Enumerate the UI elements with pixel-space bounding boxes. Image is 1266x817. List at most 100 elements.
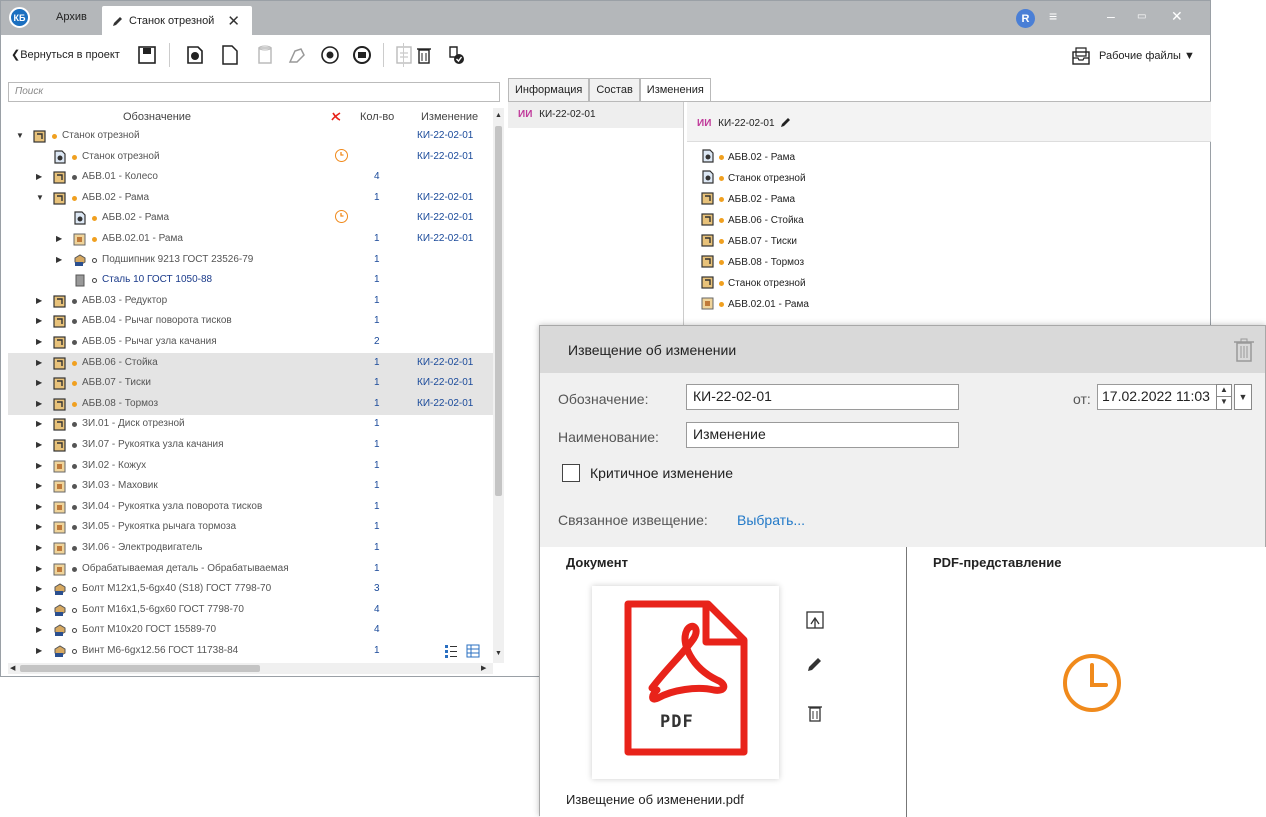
tab-stanok[interactable]: Станок отрезной ✕ — [102, 6, 252, 35]
replace-file-icon[interactable] — [804, 609, 826, 631]
horizontal-scrollbar[interactable]: ◀ ▶ — [8, 663, 493, 674]
tree-row[interactable]: ▶ АБВ.06 - Стойка 1 КИ-22-02-01 — [8, 352, 493, 374]
tree-row[interactable]: ▶ ЗИ.03 - Маховик 1 — [8, 476, 493, 497]
tree-row[interactable]: ▶ ЗИ.04 - Рукоятка узла поворота тисков 1 — [8, 497, 493, 518]
trash-icon[interactable] — [413, 44, 435, 66]
col-designation[interactable]: Обозначение — [123, 111, 191, 123]
tree-view-icon[interactable] — [444, 644, 458, 658]
hscroll-thumb[interactable] — [20, 665, 260, 672]
collapse-icon[interactable]: ▼ — [36, 193, 44, 202]
expand-icon[interactable]: ▶ — [36, 564, 42, 573]
expand-icon[interactable]: ▶ — [36, 172, 42, 181]
tree-row[interactable]: ▶ АБВ.04 - Рычаг поворота тисков 1 — [8, 311, 493, 332]
expand-icon[interactable]: ▶ — [36, 337, 42, 346]
expand-icon[interactable]: ▶ — [36, 584, 42, 593]
expand-icon[interactable]: ▶ — [36, 296, 42, 305]
tree-row[interactable]: Станок отрезной КИ-22-02-01 — [8, 147, 493, 168]
close-tab-icon[interactable]: ✕ — [227, 12, 240, 30]
tree-row[interactable]: ▶ АБВ.07 - Тиски 1 КИ-22-02-01 — [8, 373, 493, 395]
expand-icon[interactable]: ▶ — [36, 522, 42, 531]
tab-archive[interactable]: Архив — [56, 11, 87, 23]
expand-icon[interactable]: ▶ — [36, 316, 42, 325]
scroll-left-icon[interactable]: ◀ — [10, 664, 15, 672]
spin-up-icon[interactable]: ▲ — [1217, 385, 1231, 397]
kb-icon[interactable] — [351, 44, 373, 66]
expand-icon[interactable]: ▶ — [36, 461, 42, 470]
tab-information[interactable]: Информация — [508, 78, 590, 102]
back-to-project-button[interactable]: ❮Вернуться в проект — [11, 48, 120, 61]
tree-row[interactable]: ▶ Обрабатываемая деталь - Обрабатываемая 1 — [8, 559, 493, 580]
changed-document-item[interactable]: АБВ.02.01 - Рама — [701, 294, 809, 315]
changed-document-item[interactable]: АБВ.02 - Рама — [701, 147, 809, 168]
expand-icon[interactable]: ▶ — [36, 543, 42, 552]
collapse-icon[interactable]: ▼ — [16, 131, 24, 140]
scroll-up-icon[interactable]: ▲ — [495, 112, 502, 119]
assembly-icon[interactable] — [319, 44, 341, 66]
changed-document-item[interactable]: АБВ.02 - Рама — [701, 189, 809, 210]
expand-icon[interactable]: ▶ — [36, 646, 42, 655]
search-input[interactable]: Поиск — [8, 82, 500, 102]
document-icon[interactable] — [219, 44, 241, 66]
spin-down-icon[interactable]: ▼ — [1217, 397, 1231, 406]
change-list-item[interactable]: ИИ КИ-22-02-01 — [508, 102, 683, 128]
tree-row[interactable]: АБВ.02 - Рама КИ-22-02-01 — [8, 208, 493, 229]
close-icon[interactable]: ✕ — [1171, 8, 1183, 25]
table-view-icon[interactable] — [466, 644, 480, 658]
tree-row[interactable]: ▼ АБВ.02 - Рама 1 КИ-22-02-01 — [8, 188, 493, 209]
expand-icon[interactable]: ▶ — [56, 234, 62, 243]
tree-row[interactable]: ▶ ЗИ.05 - Рукоятка рычага тормоза 1 — [8, 517, 493, 538]
changed-document-item[interactable]: АБВ.08 - Тормоз — [701, 252, 809, 273]
changed-document-item[interactable]: Станок отрезной — [701, 273, 809, 294]
expand-icon[interactable]: ▶ — [36, 419, 42, 428]
col-change[interactable]: Изменение — [421, 111, 478, 123]
expand-icon[interactable]: ▶ — [36, 440, 42, 449]
name-field[interactable]: Изменение — [686, 422, 959, 448]
tree-row[interactable]: ▼ Станок отрезной КИ-22-02-01 — [8, 126, 493, 147]
expand-icon[interactable]: ▶ — [36, 481, 42, 490]
designation-field[interactable]: КИ-22-02-01 — [686, 384, 959, 410]
select-related-link[interactable]: Выбрать... — [737, 512, 805, 528]
expand-icon[interactable]: ▶ — [36, 605, 42, 614]
tree-row[interactable]: ▶ ЗИ.06 - Электродвигатель 1 — [8, 538, 493, 559]
tree-row[interactable]: ▶ АБВ.01 - Колесо 4 — [8, 167, 493, 188]
expand-icon[interactable]: ▶ — [36, 358, 42, 367]
col-qty[interactable]: Кол-во — [360, 111, 394, 123]
scroll-right-icon[interactable]: ▶ — [481, 664, 486, 672]
tree-row[interactable]: ▶ АБВ.08 - Тормоз 1 КИ-22-02-01 — [8, 393, 493, 415]
drawing-icon[interactable] — [184, 44, 206, 66]
tab-composition[interactable]: Состав — [589, 78, 640, 102]
tree-row[interactable]: ▶ Подшипник 9213 ГОСТ 23526-79 1 — [8, 250, 493, 271]
trash-icon[interactable] — [1233, 337, 1255, 363]
changed-document-item[interactable]: Станок отрезной — [701, 168, 809, 189]
tree-row[interactable]: ▶ АБВ.05 - Рычаг узла качания 2 — [8, 332, 493, 353]
save-icon[interactable] — [136, 44, 158, 66]
scroll-thumb[interactable] — [495, 126, 502, 496]
tree-row[interactable]: ▶ ЗИ.02 - Кожух 1 — [8, 456, 493, 477]
tree-row[interactable]: ▶ АБВ.02.01 - Рама 1 КИ-22-02-01 — [8, 229, 493, 250]
expand-icon[interactable]: ▶ — [36, 378, 42, 387]
edit-icon[interactable] — [780, 116, 792, 128]
scroll-down-icon[interactable]: ▼ — [495, 650, 502, 657]
tree-row[interactable]: ▶ Болт М10х20 ГОСТ 15589-70 4 — [8, 620, 493, 641]
tree-row[interactable]: ▶ АБВ.03 - Редуктор 1 — [8, 291, 493, 312]
approve-icon[interactable] — [445, 44, 467, 66]
expand-icon[interactable]: ▶ — [36, 502, 42, 511]
trash-icon[interactable] — [804, 702, 826, 724]
menu-icon[interactable]: ≡ — [1049, 8, 1057, 24]
tree-row[interactable]: Сталь 10 ГОСТ 1050-88 1 — [8, 270, 493, 291]
tab-changes[interactable]: Изменения — [639, 78, 711, 103]
vertical-scrollbar[interactable]: ▲ ▼ — [493, 108, 504, 663]
minimize-icon[interactable]: – — [1107, 8, 1115, 24]
critical-checkbox[interactable] — [562, 464, 580, 482]
expand-icon[interactable]: ▶ — [36, 625, 42, 634]
tree-row[interactable]: ▶ Винт М6-6gх12.56 ГОСТ 11738-84 1 — [8, 641, 493, 662]
restore-icon[interactable]: ▭ — [1137, 11, 1146, 22]
tree-row[interactable]: ▶ Болт М12х1,5-6gх40 (S18) ГОСТ 7798-70 3 — [8, 579, 493, 600]
edit-icon[interactable] — [804, 653, 826, 675]
tree-row[interactable]: ▶ Болт М16х1,5-6gх60 ГОСТ 7798-70 4 — [8, 600, 493, 621]
date-field[interactable]: 17.02.2022 11:03 — [1097, 384, 1217, 410]
pdf-document-thumbnail[interactable]: PDF — [592, 586, 779, 779]
work-files-button[interactable]: Рабочие файлы ▼ — [1071, 47, 1195, 65]
expand-icon[interactable]: ▶ — [36, 399, 42, 408]
date-spinner[interactable]: ▲ ▼ — [1216, 384, 1232, 410]
